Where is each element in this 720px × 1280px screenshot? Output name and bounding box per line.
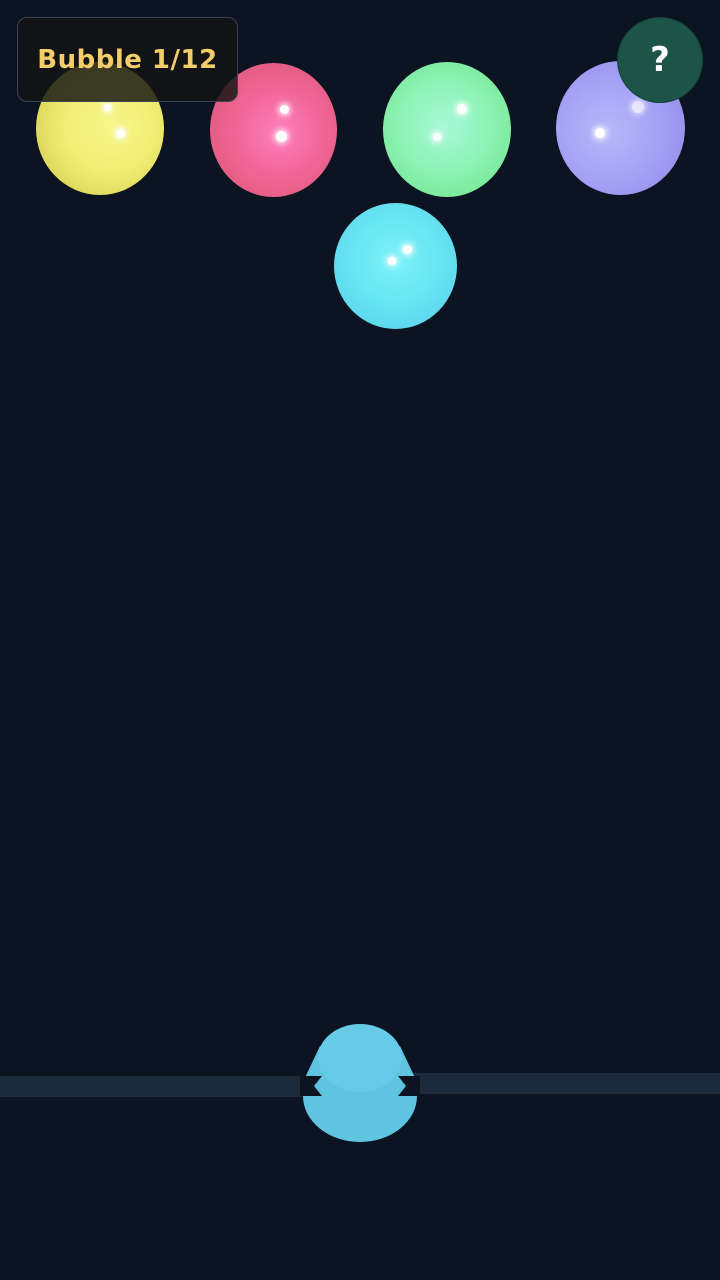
bubble-highlight — [388, 257, 396, 265]
bubble-highlight — [280, 105, 289, 114]
bubble-highlight — [595, 128, 605, 138]
launcher-rail-right — [398, 1073, 720, 1094]
bubble-highlight — [104, 104, 111, 111]
bubble-highlight — [433, 133, 441, 141]
bubble-highlight — [457, 104, 467, 114]
bubble-counter-label: Bubble 1/12 — [37, 44, 218, 75]
bubble-cyan[interactable] — [334, 203, 457, 329]
help-button[interactable]: ? — [617, 17, 703, 103]
bubble-launcher[interactable] — [300, 1020, 420, 1142]
bubble-highlight — [276, 131, 287, 142]
bubble-highlight — [116, 129, 125, 138]
bubble-counter: Bubble 1/12 — [17, 17, 238, 102]
bubble-green[interactable] — [383, 62, 511, 197]
launcher-rail-left — [0, 1076, 322, 1097]
question-mark-icon: ? — [650, 40, 670, 80]
game-stage[interactable]: Bubble 1/12 ? — [0, 0, 720, 1280]
bubble-highlight — [632, 101, 644, 113]
loaded-bubble-top — [318, 1024, 402, 1092]
bubble-highlight — [403, 245, 412, 254]
